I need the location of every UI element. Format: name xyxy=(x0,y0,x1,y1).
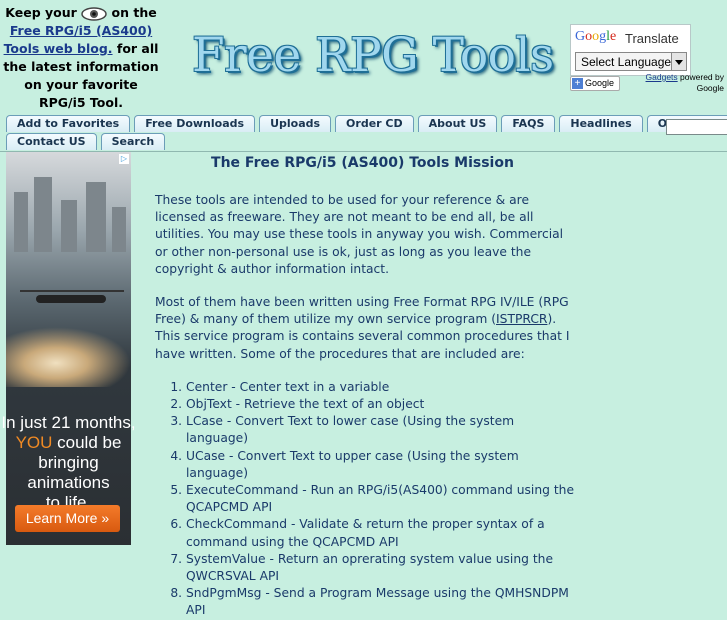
tab-contact-us[interactable]: Contact US xyxy=(6,133,97,150)
add-to-google-button[interactable]: + Google xyxy=(570,76,620,91)
language-select[interactable]: Select Language xyxy=(575,52,687,71)
adchoices-icon[interactable]: ▷ xyxy=(119,154,129,164)
search-input[interactable] xyxy=(666,119,727,135)
list-item: ObjText - Retrieve the text of an object xyxy=(186,396,575,413)
procedures-paragraph: Most of them have been written using Fre… xyxy=(155,294,575,363)
dropdown-arrow-icon[interactable] xyxy=(671,53,686,70)
ad-building-graphic xyxy=(86,182,106,252)
powered-by-google: Google xyxy=(696,83,724,93)
istprcr-link[interactable]: ISTPRCR xyxy=(496,312,547,326)
ad-building-graphic xyxy=(34,177,52,252)
ad-line-2: YOU could be xyxy=(0,433,137,453)
ad-line-3: bringing animations xyxy=(27,453,110,492)
tab-add-to-favorites[interactable]: Add to Favorites xyxy=(6,115,131,132)
language-select-value: Select Language xyxy=(581,55,672,69)
helicopter-graphic xyxy=(36,295,106,303)
helicopter-rotor-graphic xyxy=(20,290,124,292)
google-translate-widget: Google Translate Select Language xyxy=(570,24,691,76)
procedure-list: Center - Center text in a variable ObjTe… xyxy=(155,379,575,620)
list-item: SystemValue - Return an oprerating syste… xyxy=(186,551,575,585)
intro-paragraph: These tools are intended to be used for … xyxy=(155,193,564,276)
google-logo: Google xyxy=(575,29,617,44)
ad-highlight: YOU xyxy=(15,433,53,452)
list-item: ExecuteCommand - Run an RPG/i5(AS400) co… xyxy=(186,482,575,516)
powered-by-label: powered by xyxy=(680,72,724,82)
site-title: Free RPG Tools xyxy=(192,28,554,83)
tab-uploads[interactable]: Uploads xyxy=(259,115,332,132)
list-item: UCase - Convert Text to upper case (Usin… xyxy=(186,448,575,482)
blog-promo: Keep your on the Free RPG/i5 (AS400) Too… xyxy=(0,4,162,112)
tab-free-downloads[interactable]: Free Downloads xyxy=(134,115,256,132)
list-item: SndPgmMsg - Send a Program Message using… xyxy=(186,585,575,619)
promo-text-1: Keep your xyxy=(5,5,77,20)
ad-building-graphic xyxy=(14,192,28,252)
ad-line-2-rest: could be xyxy=(52,433,122,452)
promo-text-2: on the xyxy=(111,5,157,20)
tab-about-us[interactable]: About US xyxy=(417,115,498,132)
list-item: LCase - Convert Text to lower case (Usin… xyxy=(186,413,575,447)
list-item: CheckCommand - Validate & return the pro… xyxy=(186,516,575,550)
plus-icon: + xyxy=(572,78,583,89)
ad-building-graphic xyxy=(112,207,126,252)
ad-headline: In just 21 months, YOU could be bringing… xyxy=(0,413,137,513)
tab-order-cd[interactable]: Order CD xyxy=(335,115,414,132)
tab-search[interactable]: Search xyxy=(100,133,166,150)
nav-row-1: Add to Favorites Free Downloads Uploads … xyxy=(6,115,727,133)
tab-faqs[interactable]: FAQS xyxy=(501,115,556,132)
translate-label: Translate xyxy=(625,31,679,46)
tab-headlines[interactable]: Headlines xyxy=(559,115,643,132)
learn-more-button[interactable]: Learn More » xyxy=(15,505,120,532)
ad-line-1: In just 21 months, xyxy=(1,413,136,432)
add-to-google-label: Google xyxy=(585,78,615,88)
page-title: The Free RPG/i5 (AS400) Tools Mission xyxy=(211,155,514,171)
gadgets-link[interactable]: Gadgets xyxy=(646,72,678,82)
eye-icon xyxy=(81,6,107,21)
gadgets-credit: Gadgets powered by Google xyxy=(624,72,724,94)
nav-row-2: Contact US Search xyxy=(6,133,169,151)
ad-building-graphic xyxy=(61,200,77,252)
main-content: These tools are intended to be used for … xyxy=(155,192,575,620)
explosion-graphic xyxy=(6,327,131,387)
list-item: Center - Center text in a variable xyxy=(186,379,575,396)
